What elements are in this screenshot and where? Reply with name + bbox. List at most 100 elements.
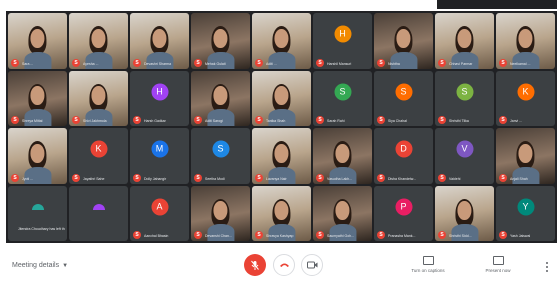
participant-name: Nishtha — [388, 61, 400, 66]
participant-tile[interactable] — [69, 185, 128, 241]
muted-mic-icon: S — [11, 116, 19, 124]
participant-tile[interactable]: H S Harshil Mansuri — [313, 13, 372, 69]
participant-tile[interactable]: P S Pranasha Mank... — [374, 185, 433, 241]
participant-tile[interactable]: S S Shristhi Tilka — [435, 70, 494, 126]
participant-tile[interactable]: S Jyoti ... — [8, 128, 67, 184]
participant-grid: S Sara ... S Ayesha ... S Devashri Sharma S Meh… — [6, 11, 557, 243]
captions-icon — [422, 256, 434, 265]
participant-avatar: D — [395, 140, 412, 158]
participant-tile[interactable]: S Shravya Kashyap — [252, 185, 311, 241]
participant-tile[interactable]: Jitendra Choudhary has left the meeting — [8, 185, 67, 241]
participant-avatar: S — [334, 83, 351, 101]
participant-tile[interactable]: Y S Yash Jaiswal — [496, 185, 555, 241]
participant-tile[interactable]: S Anjali Shah — [496, 128, 555, 184]
participant-tile[interactable]: D S Disha Khandelw... — [374, 128, 433, 184]
participant-avatar: P — [395, 198, 412, 216]
participant-tile[interactable]: S Lavanya Nair — [252, 128, 311, 184]
participant-name: Janvi ... — [510, 119, 523, 123]
more-options-icon[interactable] — [544, 261, 550, 273]
muted-mic-icon: S — [194, 116, 202, 124]
microphone-toggle-button[interactable] — [244, 254, 266, 276]
participant-name: Pranasha Mank... — [388, 234, 416, 238]
muted-mic-icon: S — [438, 231, 446, 239]
muted-mic-icon: S — [377, 58, 385, 67]
participant-name: Shravya Kashyap — [266, 234, 294, 238]
participant-avatar: S — [456, 83, 473, 101]
participant-name: Tanika Shah — [266, 119, 286, 123]
muted-mic-icon: S — [377, 116, 385, 124]
participant-tile[interactable]: S Shristhi Sidd... — [435, 185, 494, 241]
participant-tile[interactable]: A S Aanchal Bhasin — [130, 185, 189, 241]
participant-name: Seetha Modi — [205, 176, 225, 181]
participant-tile[interactable]: S Shivi Jakhmola — [69, 70, 128, 126]
hangup-icon — [279, 263, 289, 267]
participant-tile[interactable]: K S Janvi ... — [496, 70, 555, 126]
participant-name: Devashri Sharma — [144, 61, 172, 66]
participant-tile[interactable]: S Devanshi Chan... — [191, 185, 250, 241]
participant-name: Jyoti ... — [22, 176, 34, 181]
mic-off-icon — [251, 260, 259, 270]
participant-tile[interactable]: S Sara ... — [8, 13, 67, 69]
participant-name: Aanchal Bhasin — [144, 234, 169, 238]
participant-name: Shivi Jakhmola — [83, 119, 107, 123]
participant-name: Siya Chahal — [388, 119, 407, 123]
muted-mic-icon: S — [377, 173, 385, 182]
participant-tile[interactable]: S Chhavi Parmar — [435, 13, 494, 69]
participant-tile[interactable]: S S Sarah Rahi — [313, 70, 372, 126]
participant-tile[interactable]: K S Jayathri Sahe — [69, 128, 128, 184]
participant-tile[interactable]: S S Seetha Modi — [191, 128, 250, 184]
muted-mic-icon: S — [133, 231, 141, 239]
participant-tile[interactable]: V S Vaidehi — [435, 128, 494, 184]
participant-tile[interactable]: S Shreya Mittal — [8, 70, 67, 126]
participant-name: Sara ... — [22, 61, 34, 66]
participant-name: Vaidehi — [449, 176, 461, 181]
muted-mic-icon: S — [194, 231, 202, 239]
participant-tile[interactable]: S Neelkamal ... — [496, 13, 555, 69]
present-now-button[interactable]: Present now — [474, 256, 522, 273]
participant-tile[interactable]: M S Dolly Jahangir — [130, 128, 189, 184]
muted-mic-icon: S — [72, 116, 80, 124]
muted-mic-icon: S — [255, 58, 263, 67]
participant-name: Shristhi Sidd... — [449, 234, 472, 238]
leave-call-button[interactable] — [273, 254, 295, 276]
muted-mic-icon: S — [133, 116, 141, 124]
participant-name: Shreya Mittal — [22, 119, 43, 123]
participant-name: Vasudha Lakh... — [327, 176, 353, 181]
participant-tile[interactable]: H S Harsh Gadkar — [130, 70, 189, 126]
muted-mic-icon: S — [499, 231, 507, 239]
participant-tile[interactable]: S Tanika Shah — [252, 70, 311, 126]
camera-toggle-button[interactable] — [301, 254, 323, 276]
captions-label: Turn on captions — [411, 268, 445, 273]
participant-name: Neelkamal ... — [510, 61, 531, 66]
participant-tile[interactable]: S Vasudha Lakh... — [313, 128, 372, 184]
participant-tile[interactable]: S Aditi Sarogi — [191, 70, 250, 126]
leave-notice: Jitendra Choudhary has left the meeting — [18, 227, 65, 231]
camera-icon — [306, 261, 317, 269]
participant-name: Aditi ... — [266, 61, 277, 66]
participant-name: Chhavi Parmar — [449, 61, 473, 66]
muted-mic-icon: S — [11, 58, 19, 67]
participant-tile[interactable]: S S Siya Chahal — [374, 70, 433, 126]
muted-mic-icon: S — [438, 116, 446, 124]
muted-mic-icon: S — [438, 58, 446, 67]
muted-mic-icon: S — [499, 173, 507, 182]
participant-tile[interactable]: S Ayesha ... — [69, 13, 128, 69]
chevron-down-icon: ▼ — [62, 263, 69, 269]
participant-avatar: H — [151, 83, 168, 101]
meeting-details-button[interactable]: Meeting details ▼ — [12, 262, 68, 269]
muted-mic-icon: S — [316, 116, 324, 124]
muted-mic-icon: S — [194, 173, 202, 182]
muted-mic-icon: S — [72, 173, 80, 182]
participant-tile[interactable]: S Mehak Gulati — [191, 13, 250, 69]
participant-tile[interactable]: S Aditi ... — [252, 13, 311, 69]
participant-tile[interactable]: S Saumyathi Goh... — [313, 185, 372, 241]
participant-avatar: K — [517, 83, 534, 101]
participant-name: Devanshi Chan... — [205, 234, 232, 238]
participant-tile[interactable]: S Nishtha — [374, 13, 433, 69]
muted-mic-icon: S — [499, 58, 507, 67]
participant-name: Saumyathi Goh... — [327, 234, 355, 238]
participant-avatar: A — [151, 198, 168, 216]
captions-button[interactable]: Turn on captions — [404, 256, 452, 273]
participant-tile[interactable]: S Devashri Sharma — [130, 13, 189, 69]
muted-mic-icon: S — [255, 231, 263, 239]
